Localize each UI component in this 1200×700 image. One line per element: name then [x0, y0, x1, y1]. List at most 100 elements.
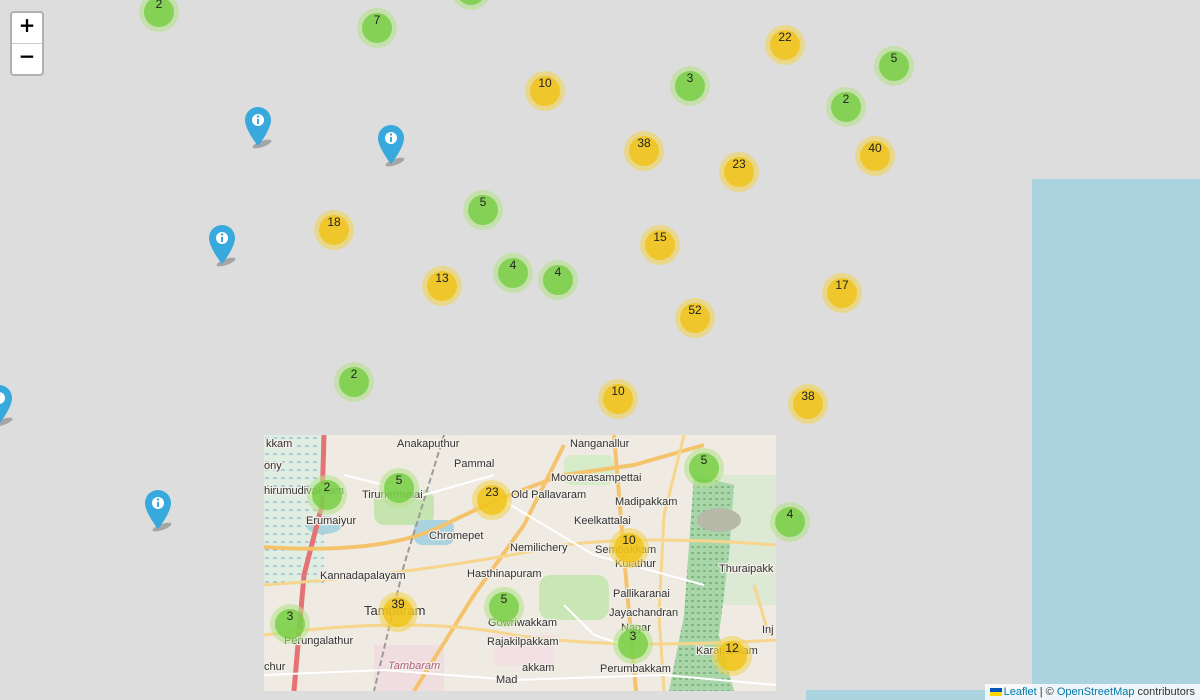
- cluster-count: 23: [477, 485, 507, 515]
- cluster-count: 10: [530, 76, 560, 106]
- sea-area: [1032, 179, 1200, 700]
- cluster-marker[interactable]: 5: [484, 587, 524, 627]
- place-label: Thuraipakk: [719, 563, 774, 575]
- cluster-count: 12: [717, 641, 747, 671]
- cluster-count: 3: [675, 71, 705, 101]
- marker-pin[interactable]: [244, 106, 284, 150]
- place-label: Tambaram: [388, 660, 440, 672]
- cluster-marker[interactable]: 5: [463, 190, 503, 230]
- cluster-count: 5: [879, 51, 909, 81]
- info-icon: [209, 225, 236, 267]
- place-label: Moovarasampettai: [551, 472, 642, 484]
- cluster-marker-partial[interactable]: [451, 0, 491, 10]
- cluster-marker[interactable]: 2: [826, 87, 866, 127]
- cluster-count: 17: [827, 278, 857, 308]
- place-label: Chromepet: [429, 530, 483, 542]
- cluster-count: 39: [383, 597, 413, 627]
- cluster-count: 10: [614, 533, 644, 563]
- place-label: Anakaputhur: [397, 438, 460, 450]
- place-label: Old Pallavaram: [511, 489, 586, 501]
- cluster-marker[interactable]: 23: [719, 152, 759, 192]
- place-label: Jayachandran: [609, 607, 678, 619]
- info-icon: [145, 490, 172, 532]
- marker-pin[interactable]: [377, 124, 417, 168]
- place-label: Madipakkam: [615, 496, 677, 508]
- marker-pin[interactable]: [208, 224, 248, 268]
- cluster-marker[interactable]: 40: [855, 136, 895, 176]
- cluster-count: 4: [543, 265, 573, 295]
- cluster-count: 10: [603, 384, 633, 414]
- place-label: kkam: [266, 438, 292, 450]
- info-icon: [378, 125, 405, 167]
- cluster-count: 38: [793, 389, 823, 419]
- place-label: Inj: [762, 624, 774, 636]
- cluster-count: 13: [427, 271, 457, 301]
- ukraine-flag-icon: [989, 688, 1002, 697]
- cluster-marker[interactable]: 38: [788, 384, 828, 424]
- info-icon: [0, 385, 13, 427]
- cluster-marker[interactable]: 38: [624, 131, 664, 171]
- cluster-count: 2: [312, 480, 342, 510]
- place-label: Mad: [496, 674, 517, 686]
- cluster-count: 4: [775, 507, 805, 537]
- cluster-count: 5: [468, 195, 498, 225]
- zoom-out-button[interactable]: −: [12, 44, 42, 74]
- cluster-marker[interactable]: 3: [613, 624, 653, 664]
- map-attribution: Leaflet | © OpenStreetMap contributors: [984, 684, 1200, 700]
- cluster-count: 40: [860, 141, 890, 171]
- cluster-count: 38: [629, 136, 659, 166]
- marker-pin[interactable]: [144, 489, 184, 533]
- cluster-marker[interactable]: 3: [670, 66, 710, 106]
- cluster-marker[interactable]: 23: [472, 480, 512, 520]
- place-label: Perumbakkam: [600, 663, 671, 675]
- cluster-marker[interactable]: 10: [525, 71, 565, 111]
- cluster-count: 7: [362, 13, 392, 43]
- cluster-marker[interactable]: 22: [765, 25, 805, 65]
- place-label: Nanganallur: [570, 438, 630, 450]
- cluster-count: 2: [144, 0, 174, 27]
- cluster-marker[interactable]: 5: [684, 448, 724, 488]
- cluster-count: 18: [319, 215, 349, 245]
- place-label: Rajakilpakkam: [487, 636, 559, 648]
- cluster-count: 5: [689, 453, 719, 483]
- cluster-marker[interactable]: 4: [493, 253, 533, 293]
- cluster-marker[interactable]: 7: [357, 8, 397, 48]
- place-label: Keelkattalai: [574, 515, 631, 527]
- cluster-marker[interactable]: 10: [598, 379, 638, 419]
- cluster-marker[interactable]: 13: [422, 266, 462, 306]
- cluster-marker[interactable]: 2: [139, 0, 179, 32]
- map-viewport[interactable]: kkam Anakaputhur Nanganallur Pammal Moov…: [0, 0, 1200, 700]
- place-label: akkam: [522, 662, 554, 674]
- cluster-marker[interactable]: 10: [609, 528, 649, 568]
- zoom-control: + −: [10, 11, 44, 76]
- marker-pin[interactable]: [0, 384, 25, 428]
- cluster-count: 5: [489, 592, 519, 622]
- cluster-marker[interactable]: 5: [874, 46, 914, 86]
- cluster-count: 22: [770, 30, 800, 60]
- cluster-marker[interactable]: 4: [770, 502, 810, 542]
- place-label: Pammal: [454, 458, 494, 470]
- cluster-marker[interactable]: 18: [314, 210, 354, 250]
- openstreetmap-link[interactable]: OpenStreetMap: [1057, 686, 1135, 698]
- place-label: Nemilichery: [510, 542, 568, 554]
- cluster-marker[interactable]: 5: [379, 468, 419, 508]
- cluster-marker[interactable]: 52: [675, 298, 715, 338]
- cluster-marker[interactable]: 39: [378, 592, 418, 632]
- cluster-count: [456, 0, 486, 5]
- place-label: Erumaiyur: [306, 515, 356, 527]
- place-label: Hasthinapuram: [467, 568, 542, 580]
- cluster-marker[interactable]: 15: [640, 225, 680, 265]
- place-label: Pallikaranai: [613, 588, 670, 600]
- info-icon: [245, 107, 272, 149]
- cluster-marker[interactable]: 2: [334, 362, 374, 402]
- place-label: ony: [264, 460, 282, 472]
- place-label: Kannadapalayam: [320, 570, 406, 582]
- zoom-in-button[interactable]: +: [12, 13, 42, 44]
- cluster-marker[interactable]: 12: [712, 636, 752, 676]
- cluster-marker[interactable]: 4: [538, 260, 578, 300]
- leaflet-link[interactable]: Leaflet: [1004, 686, 1037, 698]
- cluster-marker[interactable]: 17: [822, 273, 862, 313]
- cluster-marker[interactable]: 3: [270, 604, 310, 644]
- cluster-count: 23: [724, 157, 754, 187]
- cluster-marker[interactable]: 2: [307, 475, 347, 515]
